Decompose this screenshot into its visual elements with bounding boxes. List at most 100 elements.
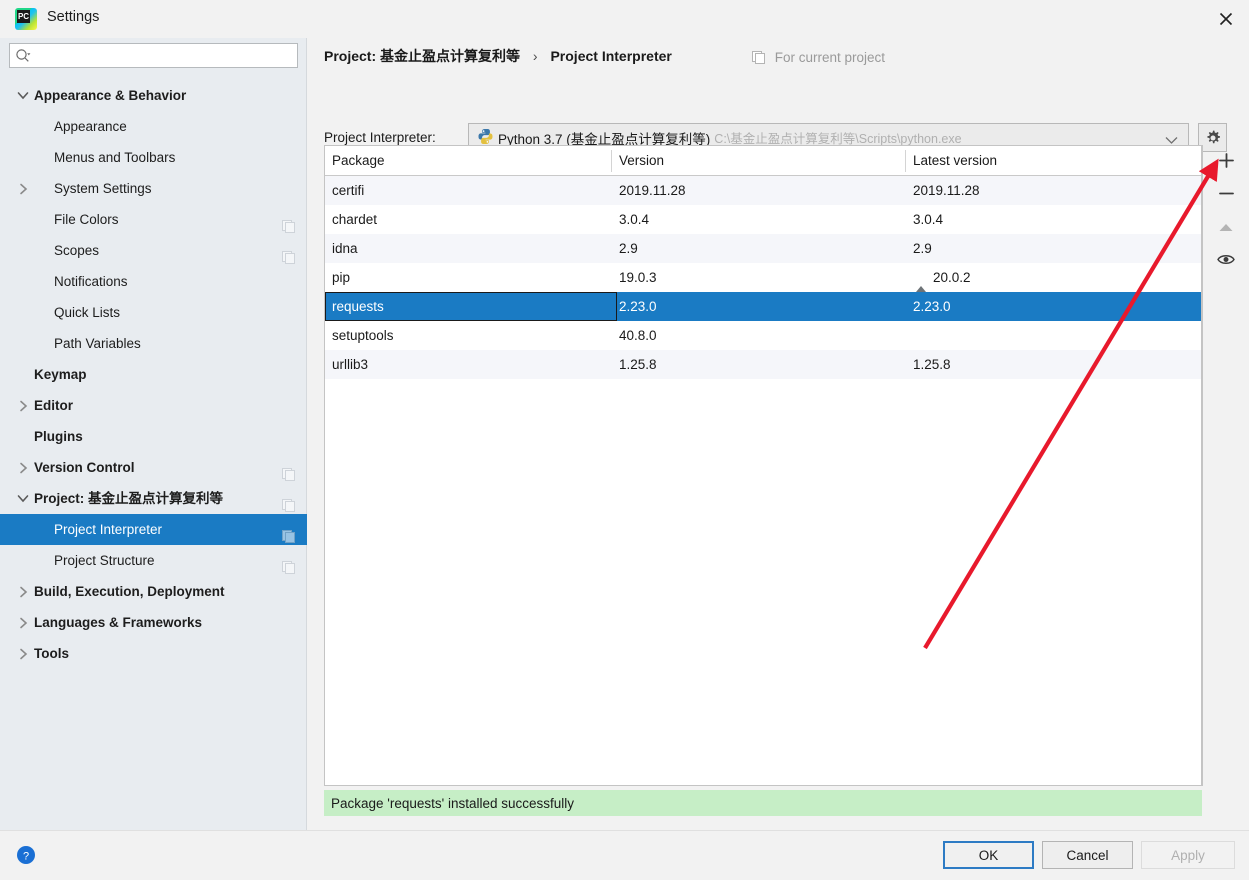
close-icon[interactable] <box>1203 0 1249 38</box>
copy-scope-icon <box>282 213 295 233</box>
ok-button[interactable]: OK <box>943 841 1034 869</box>
table-row[interactable]: requests 2.23.0 2.23.0 <box>325 292 1201 321</box>
chevron-down-icon[interactable] <box>16 483 30 514</box>
for-current-project-text: For current project <box>774 50 886 65</box>
copy-scope-icon <box>282 244 295 264</box>
cell-version: 2.9 <box>619 241 638 256</box>
status-message: Package 'requests' installed successfull… <box>331 795 575 811</box>
main-panel: Project: 基金止盈点计算复利等 › Project Interprete… <box>308 38 1249 830</box>
packages-table-header: Package Version Latest version <box>325 146 1201 176</box>
column-header-package[interactable]: Package <box>332 146 385 175</box>
plus-icon <box>1218 152 1235 172</box>
sidebar-item-file-colors[interactable]: File Colors <box>0 204 307 235</box>
cell-latest-version: 2.9 <box>913 241 932 256</box>
sidebar-item-label: Version Control <box>34 460 135 475</box>
sidebar-item-notifications[interactable]: Notifications <box>0 266 307 297</box>
table-row[interactable]: urllib3 1.25.8 1.25.8 <box>325 350 1201 379</box>
sidebar-item-system-settings[interactable]: System Settings <box>0 173 307 204</box>
show-early-releases-button[interactable] <box>1211 246 1241 276</box>
sidebar-item-label: Scopes <box>54 243 100 258</box>
sidebar-item-label: Tools <box>34 646 69 661</box>
sidebar-item-label: Project Interpreter <box>54 522 163 537</box>
sidebar-item-label: Project Structure <box>54 553 155 568</box>
column-header-latest-version[interactable]: Latest version <box>913 146 997 175</box>
cell-latest-version: 2.23.0 <box>913 299 951 314</box>
sidebar-item-path-variables[interactable]: Path Variables <box>0 328 307 359</box>
sidebar-item-label: Quick Lists <box>54 305 121 320</box>
cell-package: urllib3 <box>332 357 369 372</box>
chevron-down-icon[interactable] <box>16 80 30 111</box>
column-header-version[interactable]: Version <box>619 146 664 175</box>
window-title: Settings <box>47 9 100 25</box>
sidebar-item-label: Languages & Frameworks <box>34 615 203 630</box>
chevron-right-icon[interactable] <box>16 452 30 483</box>
sidebar-item-quick-lists[interactable]: Quick Lists <box>0 297 307 328</box>
sidebar-item-version-control[interactable]: Version Control <box>0 452 307 483</box>
apply-button: Apply <box>1141 841 1235 869</box>
column-divider[interactable] <box>905 150 906 172</box>
sidebar-item-label: System Settings <box>54 181 152 196</box>
breadcrumb-parent[interactable]: Project: 基金止盈点计算复利等 <box>324 48 520 64</box>
search-input[interactable] <box>36 44 294 67</box>
cell-latest-version: 1.25.8 <box>913 357 951 372</box>
packages-toolbar <box>1203 145 1249 786</box>
cancel-button[interactable]: Cancel <box>1042 841 1133 869</box>
sidebar-item-menus-and-toolbars[interactable]: Menus and Toolbars <box>0 142 307 173</box>
cell-package: setuptools <box>332 328 394 343</box>
sidebar-item-appearance-behavior[interactable]: Appearance & Behavior <box>0 80 307 111</box>
settings-tree: Appearance & Behavior Appearance Menus and… <box>0 80 307 669</box>
sidebar-item-project-structure[interactable]: Project Structure <box>0 545 307 576</box>
sidebar-item-editor[interactable]: Editor <box>0 390 307 421</box>
cell-version: 40.8.0 <box>619 328 657 343</box>
column-divider[interactable] <box>611 150 612 172</box>
pycharm-logo-text: PC <box>17 10 30 23</box>
chevron-right-icon[interactable] <box>16 638 30 669</box>
cell-version: 19.0.3 <box>619 270 657 285</box>
table-row[interactable]: setuptools 40.8.0 <box>325 321 1201 350</box>
sidebar-item-label: Appearance & Behavior <box>34 88 187 103</box>
sidebar-item-label: Build, Execution, Deployment <box>34 584 225 599</box>
upgrade-package-button <box>1211 213 1241 243</box>
status-bar: Package 'requests' installed successfull… <box>324 790 1202 816</box>
chevron-right-icon[interactable] <box>16 390 30 421</box>
sidebar-item-keymap[interactable]: Keymap <box>0 359 307 390</box>
sidebar-item-tools[interactable]: Tools <box>0 638 307 669</box>
sidebar-item-project[interactable]: Project: 基金止盈点计算复利等 <box>0 483 307 514</box>
cell-latest-version: 20.0.2 <box>933 270 971 285</box>
table-row[interactable]: certifi 2019.11.28 2019.11.28 <box>325 176 1201 205</box>
sidebar-item-plugins[interactable]: Plugins <box>0 421 307 452</box>
sidebar-item-label: Keymap <box>34 367 87 382</box>
search-box[interactable] <box>9 43 298 68</box>
minus-icon <box>1218 185 1235 205</box>
for-current-project-label: For current project <box>752 50 885 67</box>
copy-scope-icon <box>282 492 295 512</box>
sidebar-item-label: File Colors <box>54 212 119 227</box>
cell-package: requests <box>332 299 384 314</box>
remove-package-button[interactable] <box>1211 180 1241 210</box>
sidebar-item-project-interpreter[interactable]: Project Interpreter <box>0 514 307 545</box>
chevron-right-icon[interactable] <box>16 576 30 607</box>
table-row[interactable]: idna 2.9 2.9 <box>325 234 1201 263</box>
cell-version: 2019.11.28 <box>619 183 686 198</box>
table-row[interactable]: chardet 3.0.4 3.0.4 <box>325 205 1201 234</box>
sidebar-item-scopes[interactable]: Scopes <box>0 235 307 266</box>
svg-text:?: ? <box>23 851 29 863</box>
cell-version: 1.25.8 <box>619 357 657 372</box>
sidebar-item-languages-frameworks[interactable]: Languages & Frameworks <box>0 607 307 638</box>
cell-package: idna <box>332 241 358 256</box>
chevron-right-icon[interactable] <box>16 173 30 204</box>
cell-package: certifi <box>332 183 365 198</box>
add-package-button[interactable] <box>1211 147 1241 177</box>
search-icon <box>15 48 32 67</box>
chevron-right-icon[interactable] <box>16 607 30 638</box>
sidebar-item-appearance[interactable]: Appearance <box>0 111 307 142</box>
help-icon[interactable]: ? <box>16 845 36 865</box>
cell-package: pip <box>332 270 351 285</box>
up-arrow-icon <box>1218 221 1234 236</box>
breadcrumb-separator: › <box>532 48 538 64</box>
copy-scope-icon <box>282 523 295 543</box>
cell-version: 3.0.4 <box>619 212 650 227</box>
table-row[interactable]: pip 19.0.3 20.0.2 <box>325 263 1201 292</box>
pycharm-logo-icon: PC <box>15 8 37 30</box>
sidebar-item-build-execution-deployment[interactable]: Build, Execution, Deployment <box>0 576 307 607</box>
